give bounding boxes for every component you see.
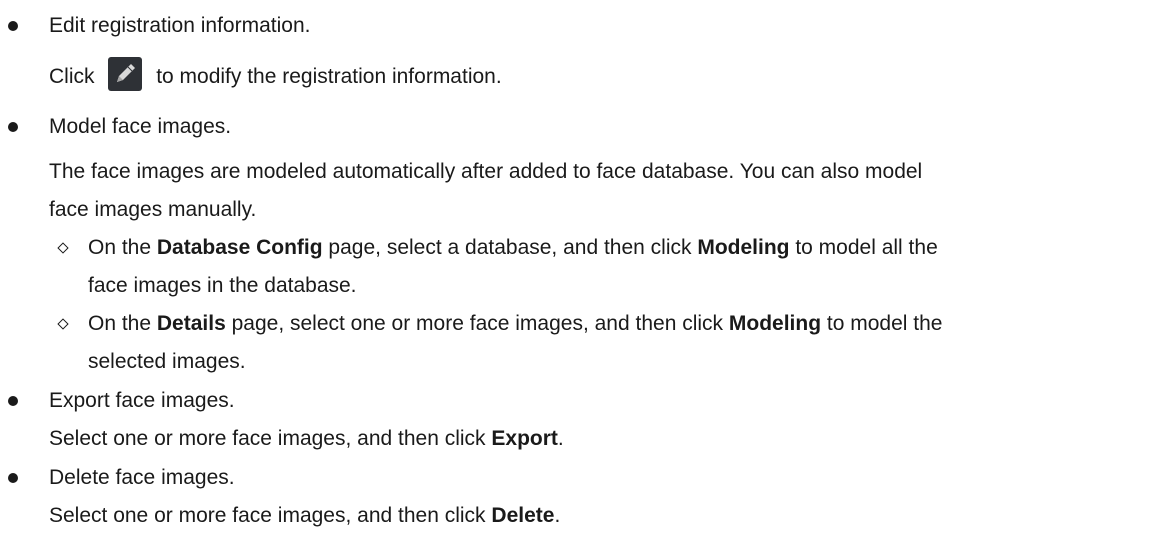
list-item-title: Model face images. [49,115,232,138]
pencil-icon [108,57,143,92]
bullet-marker [8,396,18,406]
sub-list-item-continuation: selected images. [88,350,246,373]
list-item-title: Edit registration information. [49,14,311,37]
sub-list-item: On the Details page, select one or more … [88,312,943,335]
sub-list-item-continuation: face images in the database. [88,274,357,297]
list-item-description: Select one or more face images, and then… [49,427,564,450]
list-item-title: Export face images. [49,389,235,412]
bullet-marker [8,21,18,31]
bullet-marker [8,122,18,132]
list-item-description: Click to modify the registration informa… [49,57,502,92]
bullet-marker [8,473,18,483]
list-item-description: The face images are modeled automaticall… [49,160,923,183]
sub-list-item: On the Database Config page, select a da… [88,236,938,259]
sub-bullet-marker [57,242,69,254]
sub-bullet-marker [57,318,69,330]
list-item-title: Delete face images. [49,466,235,489]
list-item-description: Select one or more face images, and then… [49,504,561,527]
list-item-description: face images manually. [49,198,257,221]
